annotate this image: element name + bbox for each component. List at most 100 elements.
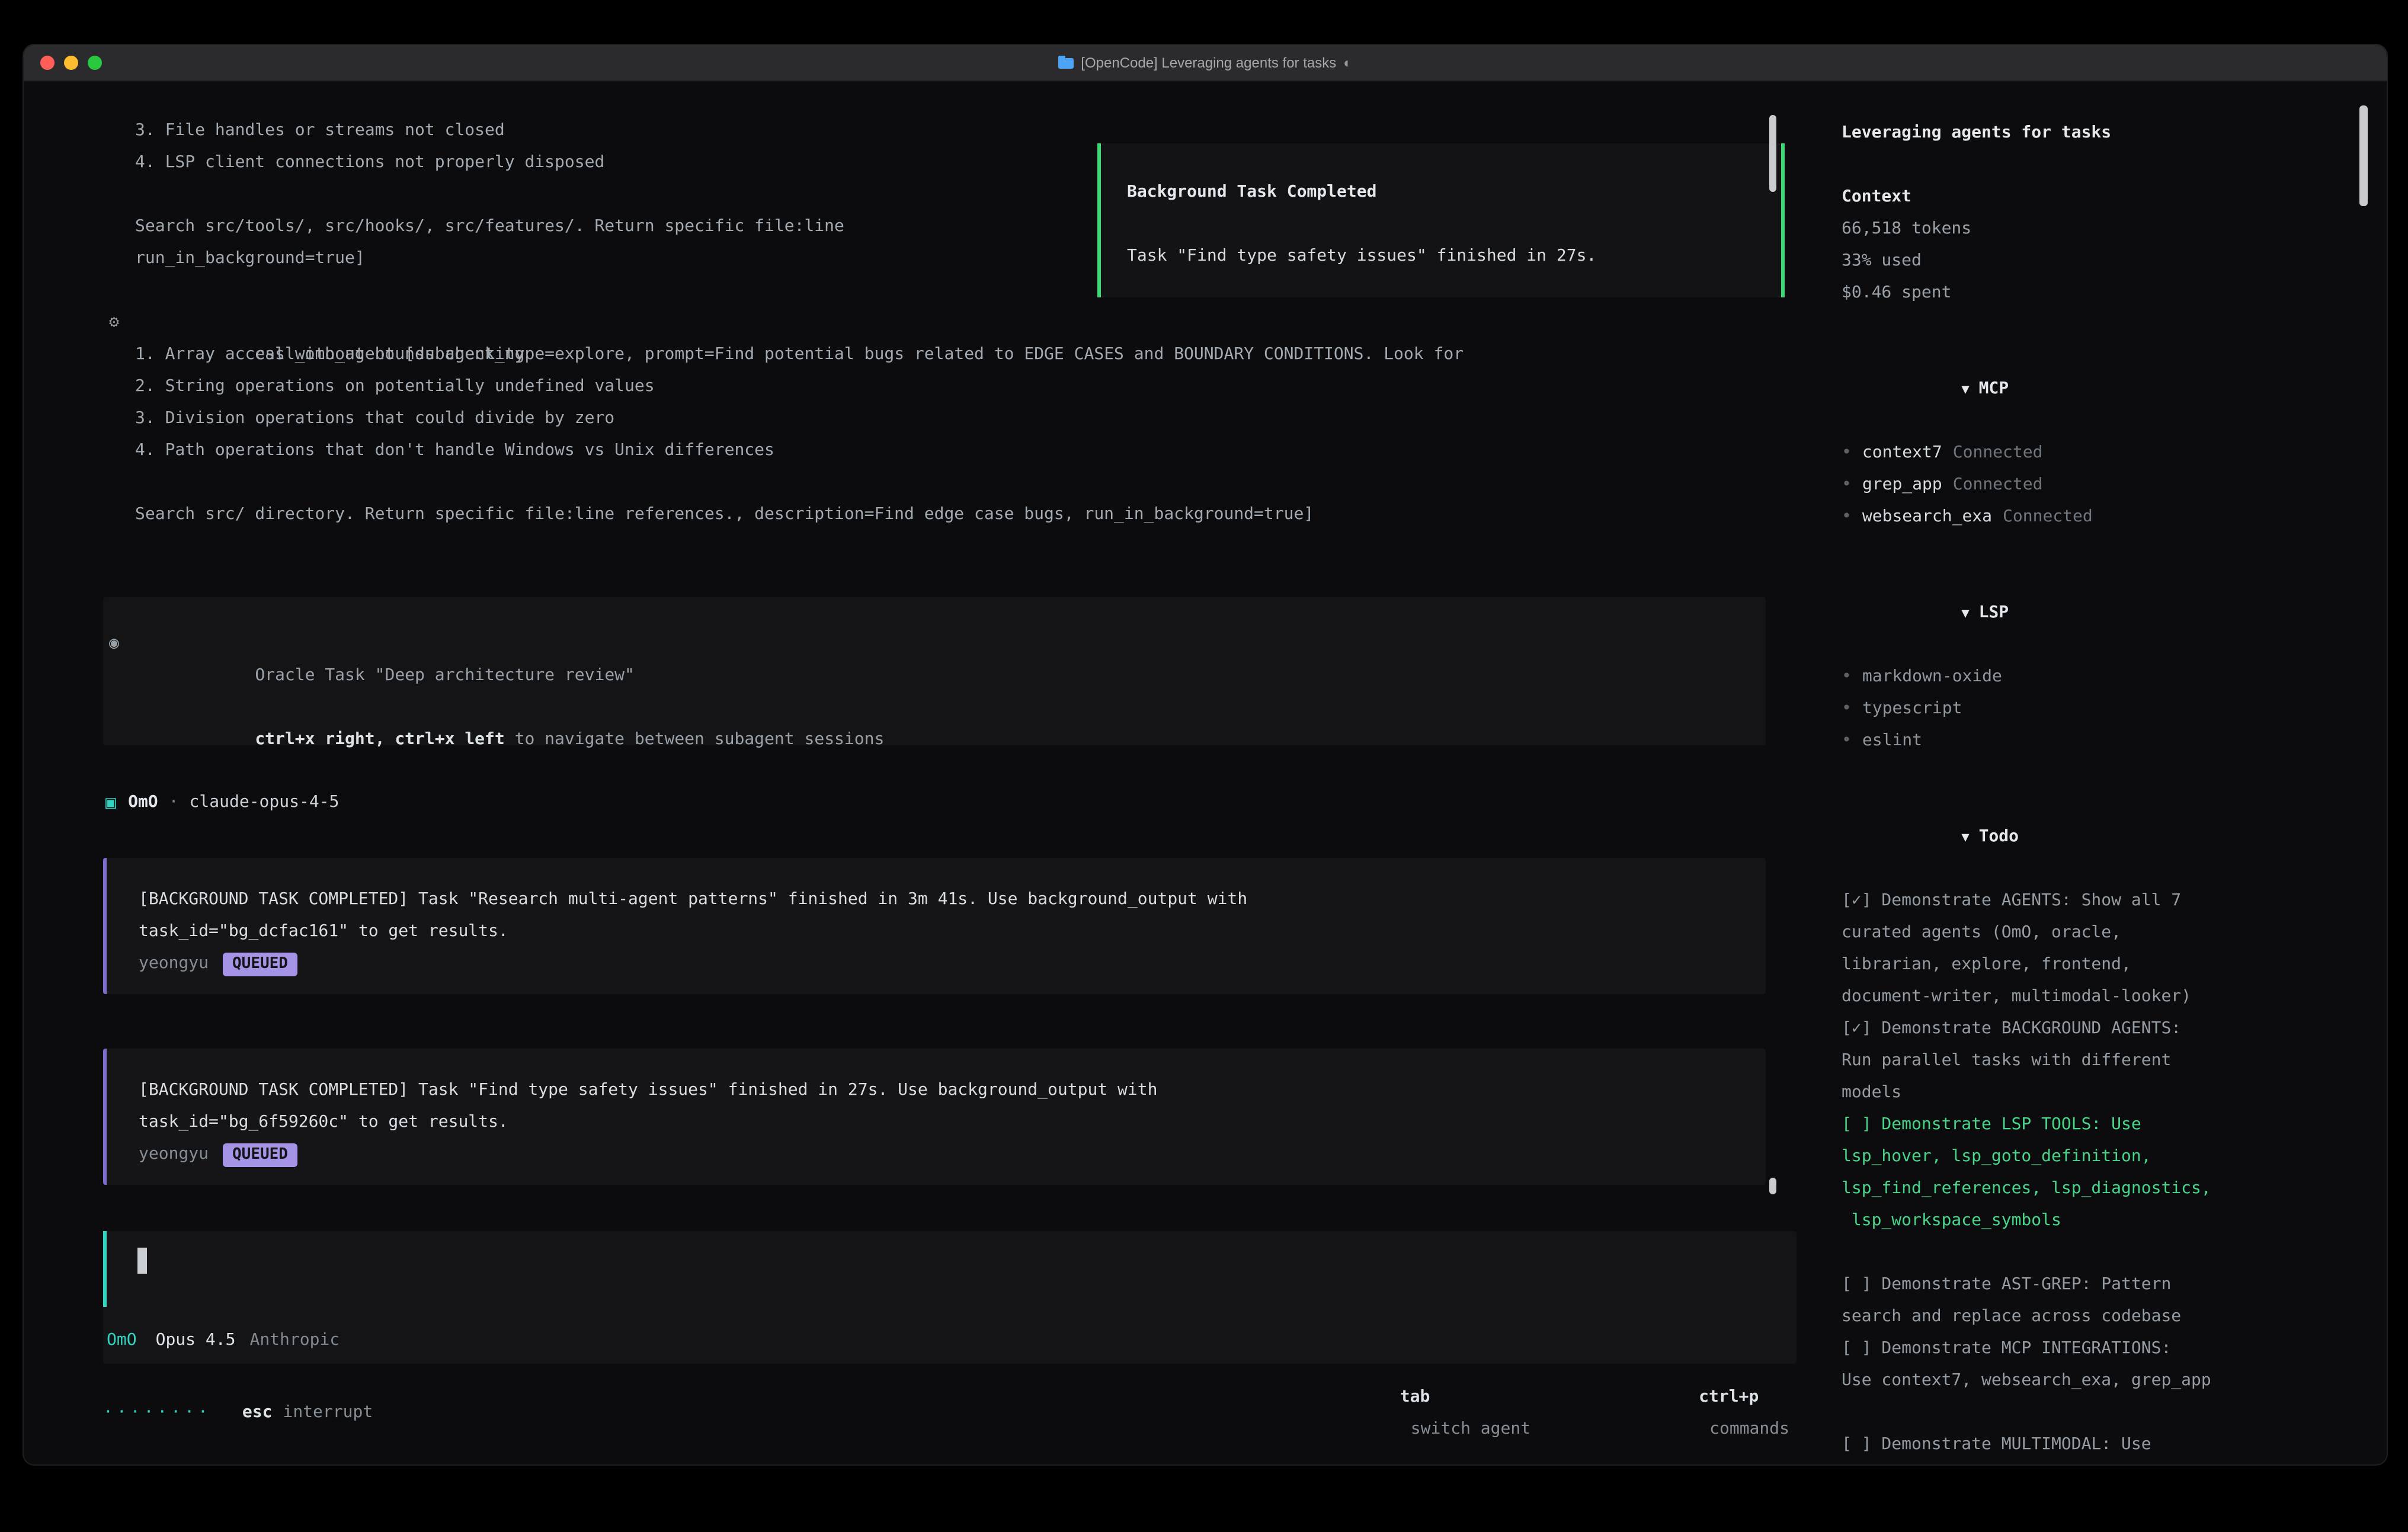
todo-section: ▼ Todo [✓] Demonstrate AGENTS: Show all 7…: [1842, 789, 2387, 1461]
lsp-item-name: typescript: [1862, 693, 1962, 725]
tab-key-hint: tab: [1400, 1387, 1430, 1406]
input-model-name: Opus 4.5: [156, 1325, 236, 1357]
chevron-down-icon: ▼: [1961, 605, 1969, 621]
todo-item: [ ] Demonstrate LSP TOOLS: Use lsp_hover…: [1842, 1109, 2387, 1237]
agent-square-icon: ▣: [105, 787, 116, 819]
terminal-line: 2. String operations on potentially unde…: [135, 371, 1801, 403]
context-used: 33% used: [1842, 245, 2387, 277]
status-bar: ········ esc interrupt tab switch agent …: [103, 1397, 1789, 1429]
mcp-item: • grep_app Connected: [1842, 469, 2387, 501]
sidebar: Leveraging agents for tasks Context 66,5…: [1801, 82, 2387, 1464]
agent-model: claude-opus-4-5: [190, 787, 340, 819]
message-line-2: task_id="bg_dcfac161" to get results.: [139, 916, 1766, 948]
message-line-1: [BACKGROUND TASK COMPLETED] Task "Find t…: [139, 1075, 1766, 1107]
traffic-lights: [40, 45, 102, 81]
message-meta-row: yeongyu QUEUED: [139, 1139, 1766, 1171]
text-cursor: [137, 1248, 147, 1274]
mcp-item-name: websearch_exa: [1862, 501, 1992, 533]
lsp-list: • markdown-oxide • typescript • es: [1842, 661, 2387, 757]
message-author: yeongyu: [139, 948, 209, 980]
chevron-down-icon: ▼: [1961, 829, 1969, 845]
maximize-button[interactable]: [88, 56, 102, 70]
message-list: [BACKGROUND TASK COMPLETED] Task "Resear…: [24, 858, 1801, 1185]
oracle-task-panel: ◉Oracle Task "Deep architecture review" …: [103, 597, 1766, 745]
terminal-line: 4. Path operations that don't handle Win…: [135, 435, 1801, 467]
todo-item: [✓] Demonstrate BACKGROUND AGENTS: Run p…: [1842, 1013, 2387, 1109]
bullet-icon: •: [1842, 501, 1852, 533]
bullet-icon: •: [1842, 437, 1852, 469]
terminal-line: 3. File handles or streams not closed: [135, 115, 1801, 147]
message-line-1: [BACKGROUND TASK COMPLETED] Task "Resear…: [139, 884, 1766, 916]
lsp-item: • markdown-oxide: [1842, 661, 2387, 693]
model-row: OmO Opus 4.5 Anthropic: [107, 1325, 340, 1357]
titlebar: [OpenCode] Leveraging agents for tasks ◐: [24, 45, 2387, 82]
terminal-line: 3. Division operations that could divide…: [135, 403, 1801, 435]
lsp-item-name: eslint: [1862, 725, 1922, 757]
lsp-item: • eslint: [1842, 725, 2387, 757]
session-indicator-icon: ◐: [1343, 55, 1352, 71]
mcp-item-name: context7: [1862, 437, 1942, 469]
todo-item: [ ] Demonstrate MULTIMODAL: Use: [1842, 1429, 2387, 1461]
mcp-heading[interactable]: ▼ MCP: [1842, 341, 2387, 437]
close-button[interactable]: [40, 56, 55, 70]
todo-item: [ ] Demonstrate MCP INTEGRATIONS: Use co…: [1842, 1333, 2387, 1397]
tool-call-text: call_omo_agent [subagent_type=explore, p…: [255, 345, 1464, 364]
context-spent: $0.46 spent: [1842, 277, 2387, 309]
window-title-text: [OpenCode] Leveraging agents for tasks: [1081, 55, 1336, 71]
lsp-heading[interactable]: ▼LSP: [1842, 565, 2387, 661]
shortcut-keys: ctrl+x right, ctrl+x left: [255, 730, 504, 749]
mcp-item: • context7 Connected: [1842, 437, 2387, 469]
oracle-task-title: Oracle Task "Deep architecture review": [255, 666, 635, 685]
chevron-down-icon: ▼: [1961, 382, 1969, 397]
context-tokens: 66,518 tokens: [1842, 213, 2387, 245]
bullet-icon: •: [1842, 725, 1852, 757]
window-title: [OpenCode] Leveraging agents for tasks ◐: [1058, 55, 1352, 71]
opencode-window: [OpenCode] Leveraging agents for tasks ◐…: [23, 44, 2388, 1466]
conversation-area: 3. File handles or streams not closed 4. …: [24, 82, 1801, 1464]
sidebar-scrollbar-thumb[interactable]: [2359, 105, 2368, 206]
message-meta-row: yeongyu QUEUED: [139, 948, 1766, 980]
todo-item: [✓] Demonstrate AGENTS: Show all 7 curat…: [1842, 885, 2387, 1013]
mcp-heading-label: MCP: [1979, 379, 2009, 398]
bullet-icon: •: [1842, 469, 1852, 501]
message-author: yeongyu: [139, 1139, 209, 1171]
agent-name: OmO: [128, 787, 158, 819]
notification-title: Background Task Completed: [1127, 177, 1781, 209]
mcp-item-status: Connected: [2003, 501, 2093, 533]
tab-hint-group: tab switch agent: [1260, 1349, 1530, 1466]
oracle-task-title-row: ◉Oracle Task "Deep architecture review": [135, 628, 1766, 660]
terminal-line: Search src/ directory. Return specific f…: [135, 499, 1801, 531]
esc-key-hint: esc: [242, 1397, 273, 1429]
busy-spinner-icon: ········: [103, 1397, 212, 1429]
todo-list: [✓] Demonstrate AGENTS: Show all 7 curat…: [1842, 885, 2387, 1461]
ctrlp-key-hint: ctrl+p: [1699, 1387, 1759, 1406]
mcp-item: • websearch_exa Connected: [1842, 501, 2387, 533]
folder-icon: [1058, 57, 1074, 68]
message-line-2: task_id="bg_6f59260c" to get results.: [139, 1107, 1766, 1139]
minimize-button[interactable]: [64, 56, 78, 70]
main-scrollbar-thumb-bottom[interactable]: [1769, 1178, 1776, 1194]
shortcut-description: to navigate between subagent sessions: [505, 730, 885, 749]
main-scrollbar-thumb-top[interactable]: [1769, 115, 1776, 192]
input-agent-name: OmO: [107, 1325, 137, 1357]
context-section: Context 66,518 tokens 33% used $0.46 spe…: [1842, 181, 2387, 309]
input-model-provider: Anthropic: [249, 1325, 340, 1357]
prompt-input[interactable]: OmO Opus 4.5 Anthropic: [103, 1231, 1797, 1364]
main-scrollbar[interactable]: [1769, 82, 1776, 1464]
subagent-navigation-hint: ctrl+x right, ctrl+x left to navigate be…: [135, 692, 1766, 724]
mcp-item-status: Connected: [1953, 437, 2043, 469]
todo-item: [ ] Demonstrate AST-GREP: Pattern search…: [1842, 1269, 2387, 1333]
todo-heading-label: Todo: [1979, 827, 2019, 846]
ctrlp-key-label: commands: [1709, 1419, 1789, 1438]
esc-key-label: interrupt: [283, 1397, 373, 1429]
mcp-item-status: Connected: [1953, 469, 2043, 501]
tool-call-line: ⚙call_omo_agent [subagent_type=explore, …: [135, 307, 1801, 339]
context-heading: Context: [1842, 181, 2387, 213]
todo-heading[interactable]: ▼ Todo: [1842, 789, 2387, 885]
separator-dot: ·: [169, 787, 179, 819]
notification-toast: Background Task Completed Task "Find typ…: [1097, 143, 1785, 297]
mcp-section: ▼ MCP • context7 Connected •: [1842, 341, 2387, 533]
terminal-line: [135, 467, 1801, 499]
session-title: Leveraging agents for tasks: [1842, 117, 2387, 149]
gear-icon: ⚙: [109, 307, 119, 339]
